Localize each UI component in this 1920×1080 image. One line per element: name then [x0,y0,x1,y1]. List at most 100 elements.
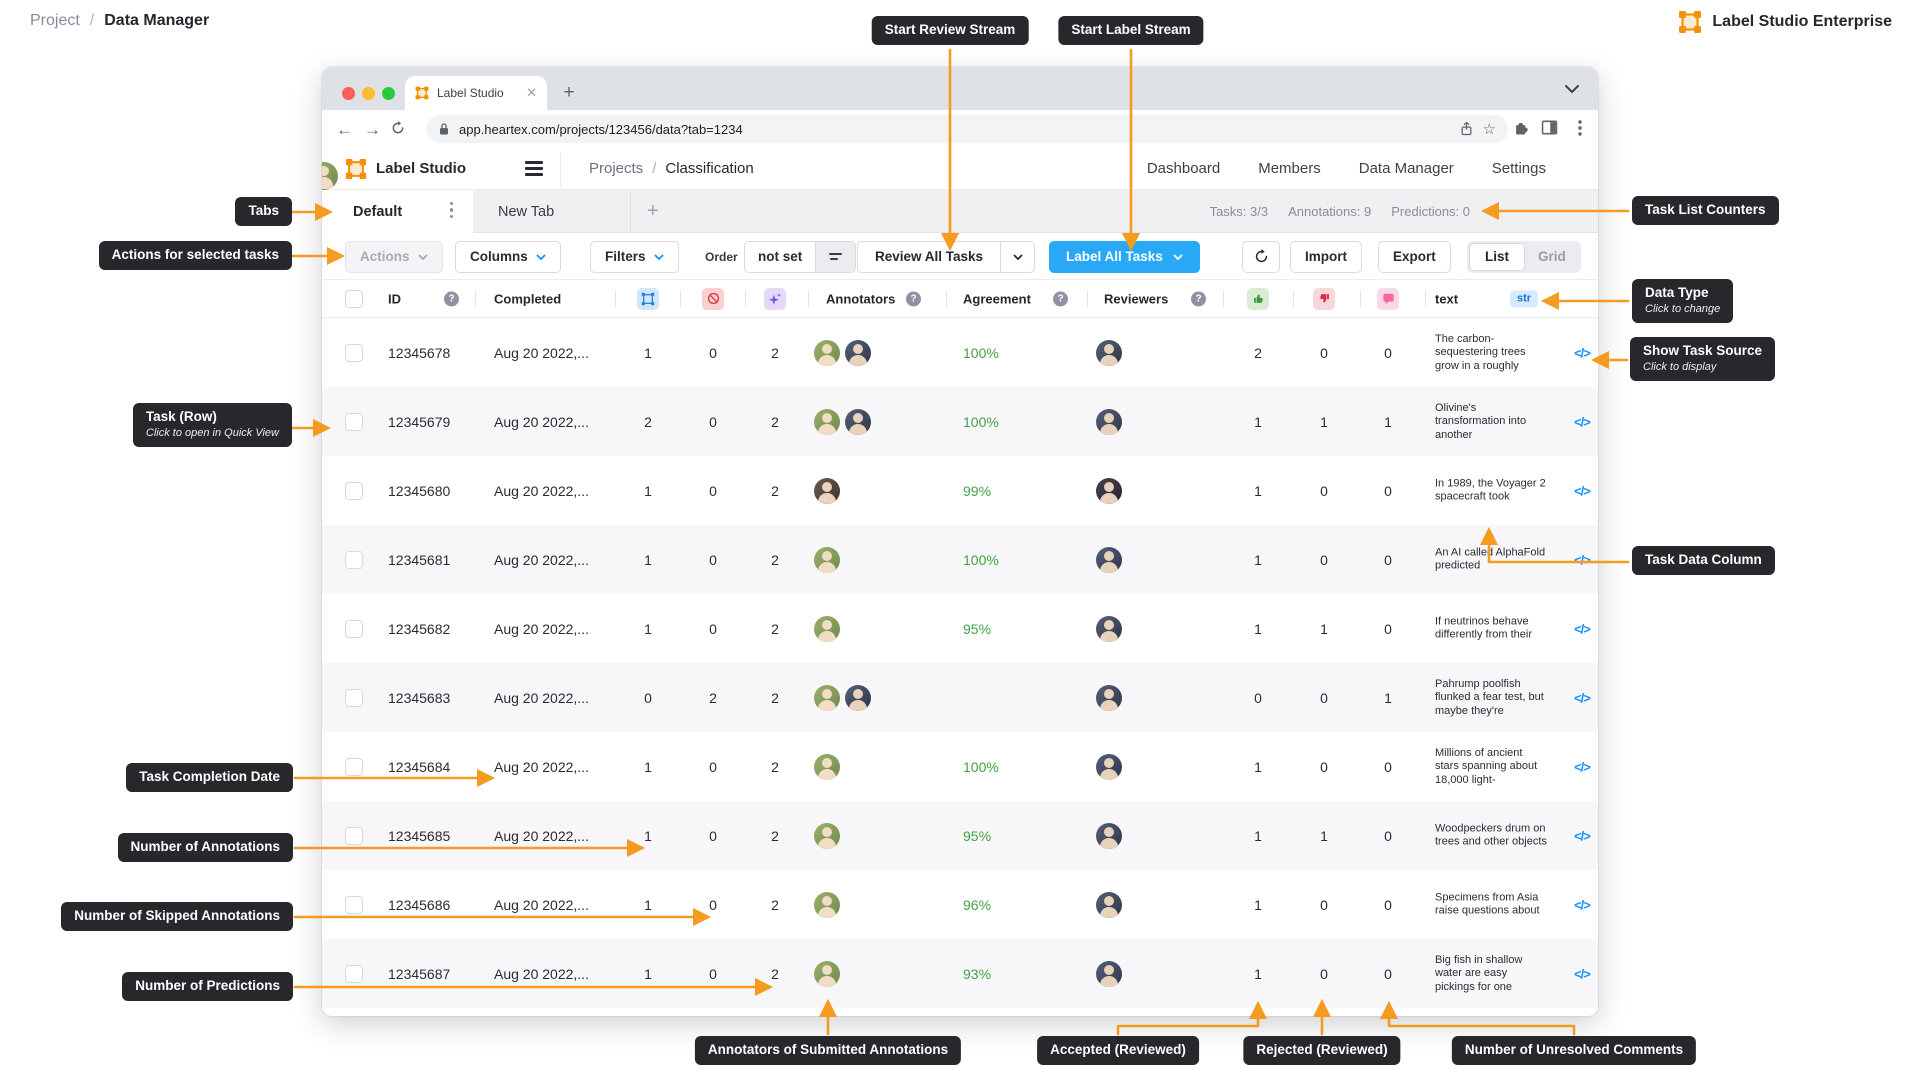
back-icon[interactable]: ← [336,121,353,138]
user-avatar[interactable] [322,162,338,190]
completed-date-cell: Aug 20 2022,... [494,897,589,913]
app-brand[interactable]: Label Studio [345,158,466,180]
tab-close-icon[interactable]: ✕ [526,85,537,101]
row-checkbox[interactable] [345,551,363,569]
task-source-icon[interactable]: </> [1565,897,1598,912]
table-row[interactable]: 12345680 Aug 20 2022,... 1 0 2 99% 1 0 0… [322,456,1598,525]
review-all-tasks-button[interactable]: Review All Tasks [857,241,1035,273]
nav-members[interactable]: Members [1258,160,1321,177]
hamburger-menu-icon[interactable] [525,161,543,175]
table-row[interactable]: 12345687 Aug 20 2022,... 1 0 2 93% 1 0 0… [322,939,1598,1008]
comments-count-cell: 0 [1368,828,1408,844]
bookmark-star-icon[interactable]: ☆ [1483,122,1496,137]
browser-tab[interactable]: Label Studio ✕ [405,76,547,110]
table-row[interactable]: 12345685 Aug 20 2022,... 1 0 2 95% 1 1 0… [322,801,1598,870]
accepted-count-cell: 1 [1238,621,1278,637]
sort-order-icon[interactable] [815,242,855,272]
new-tab-button[interactable]: + [554,76,584,110]
order-control[interactable]: not set [744,241,856,273]
annotations-count-cell: 1 [628,345,668,361]
task-source-icon[interactable]: </> [1565,621,1598,636]
window-close-button[interactable] [342,87,355,100]
window-minimize-button[interactable] [362,87,375,100]
label-all-tasks-button[interactable]: Label All Tasks [1049,241,1200,273]
col-agreement[interactable]: Agreement [963,291,1031,306]
columns-button[interactable]: Columns [455,241,561,273]
col-id[interactable]: ID [388,291,401,306]
row-checkbox[interactable] [345,758,363,776]
filters-button[interactable]: Filters [590,241,679,273]
task-source-icon[interactable]: </> [1565,759,1598,774]
row-checkbox[interactable] [345,689,363,707]
task-source-icon[interactable]: </> [1565,345,1598,360]
col-completed[interactable]: Completed [494,291,561,306]
add-tab-icon[interactable]: + [647,200,659,223]
view-grid-button[interactable]: Grid [1525,249,1579,264]
reload-icon[interactable] [390,120,406,139]
crumb-projects[interactable]: Projects [589,160,643,177]
accepted-count-cell: 1 [1238,483,1278,499]
table-row[interactable]: 12345679 Aug 20 2022,... 2 0 2 100% 1 1 … [322,387,1598,456]
comments-column-icon[interactable] [1377,288,1399,310]
breadcrumb: Project / Data Manager [30,12,209,30]
review-options-chevron-icon[interactable] [1000,242,1034,272]
annotations-column-icon[interactable] [637,288,659,310]
reviewers-help-icon[interactable]: ? [1191,291,1206,306]
rejected-column-icon[interactable] [1313,288,1335,310]
col-annotators[interactable]: Annotators [826,291,895,306]
col-text[interactable]: text [1435,291,1458,306]
row-checkbox[interactable] [345,965,363,983]
id-help-icon[interactable]: ? [444,291,459,306]
comments-count-cell: 0 [1368,552,1408,568]
task-source-icon[interactable]: </> [1565,828,1598,843]
window-zoom-button[interactable] [382,87,395,100]
extensions-puzzle-icon[interactable] [1513,119,1530,136]
tab-new-tab[interactable]: New Tab [473,190,631,233]
task-source-icon[interactable]: </> [1565,414,1598,429]
annotators-help-icon[interactable]: ? [906,291,921,306]
actions-button[interactable]: Actions [345,241,443,273]
nav-data-manager[interactable]: Data Manager [1359,160,1454,177]
row-checkbox[interactable] [345,896,363,914]
refresh-button[interactable] [1242,241,1280,273]
select-all-checkbox[interactable] [345,290,363,308]
tab-options-kebab-icon[interactable] [450,202,453,218]
forward-icon[interactable]: → [364,121,381,138]
table-row[interactable]: 12345686 Aug 20 2022,... 1 0 2 96% 1 0 0… [322,870,1598,939]
label-options-chevron-icon[interactable] [1173,254,1183,260]
predictions-column-icon[interactable] [764,288,786,310]
row-checkbox[interactable] [345,344,363,362]
table-row[interactable]: 12345682 Aug 20 2022,... 1 0 2 95% 1 1 0… [322,594,1598,663]
breadcrumb-project[interactable]: Project [30,12,80,30]
task-source-icon[interactable]: </> [1565,483,1598,498]
browser-menu-kebab-icon[interactable] [1578,120,1582,136]
annotators-cell [814,478,840,504]
nav-settings[interactable]: Settings [1492,160,1546,177]
export-button[interactable]: Export [1378,241,1451,273]
task-source-icon[interactable]: </> [1565,690,1598,705]
accepted-column-icon[interactable] [1247,288,1269,310]
task-source-icon[interactable]: </> [1565,552,1598,567]
table-row[interactable]: 12345684 Aug 20 2022,... 1 0 2 100% 1 0 … [322,732,1598,801]
import-button[interactable]: Import [1290,241,1362,273]
col-reviewers[interactable]: Reviewers [1104,291,1168,306]
row-checkbox[interactable] [345,413,363,431]
row-checkbox[interactable] [345,482,363,500]
row-checkbox[interactable] [345,620,363,638]
tab-search-chevron-icon[interactable] [1564,81,1580,99]
address-bar[interactable]: app.heartex.com/projects/123456/data?tab… [426,115,1508,143]
row-checkbox[interactable] [345,827,363,845]
table-row[interactable]: 12345683 Aug 20 2022,... 0 2 2 0 0 1 Pah… [322,663,1598,732]
table-row[interactable]: 12345681 Aug 20 2022,... 1 0 2 100% 1 0 … [322,525,1598,594]
task-id-cell: 12345683 [388,690,450,706]
table-row[interactable]: 12345678 Aug 20 2022,... 1 0 2 100% 2 0 … [322,318,1598,387]
side-panel-icon[interactable] [1541,119,1558,136]
share-icon[interactable] [1459,121,1474,137]
data-type-badge[interactable]: str [1510,290,1538,307]
label-all-tasks-label: Label All Tasks [1066,249,1163,264]
nav-dashboard[interactable]: Dashboard [1147,160,1220,177]
agreement-help-icon[interactable]: ? [1053,291,1068,306]
view-list-button[interactable]: List [1469,243,1525,271]
skipped-column-icon[interactable] [702,288,724,310]
task-source-icon[interactable]: </> [1565,966,1598,981]
